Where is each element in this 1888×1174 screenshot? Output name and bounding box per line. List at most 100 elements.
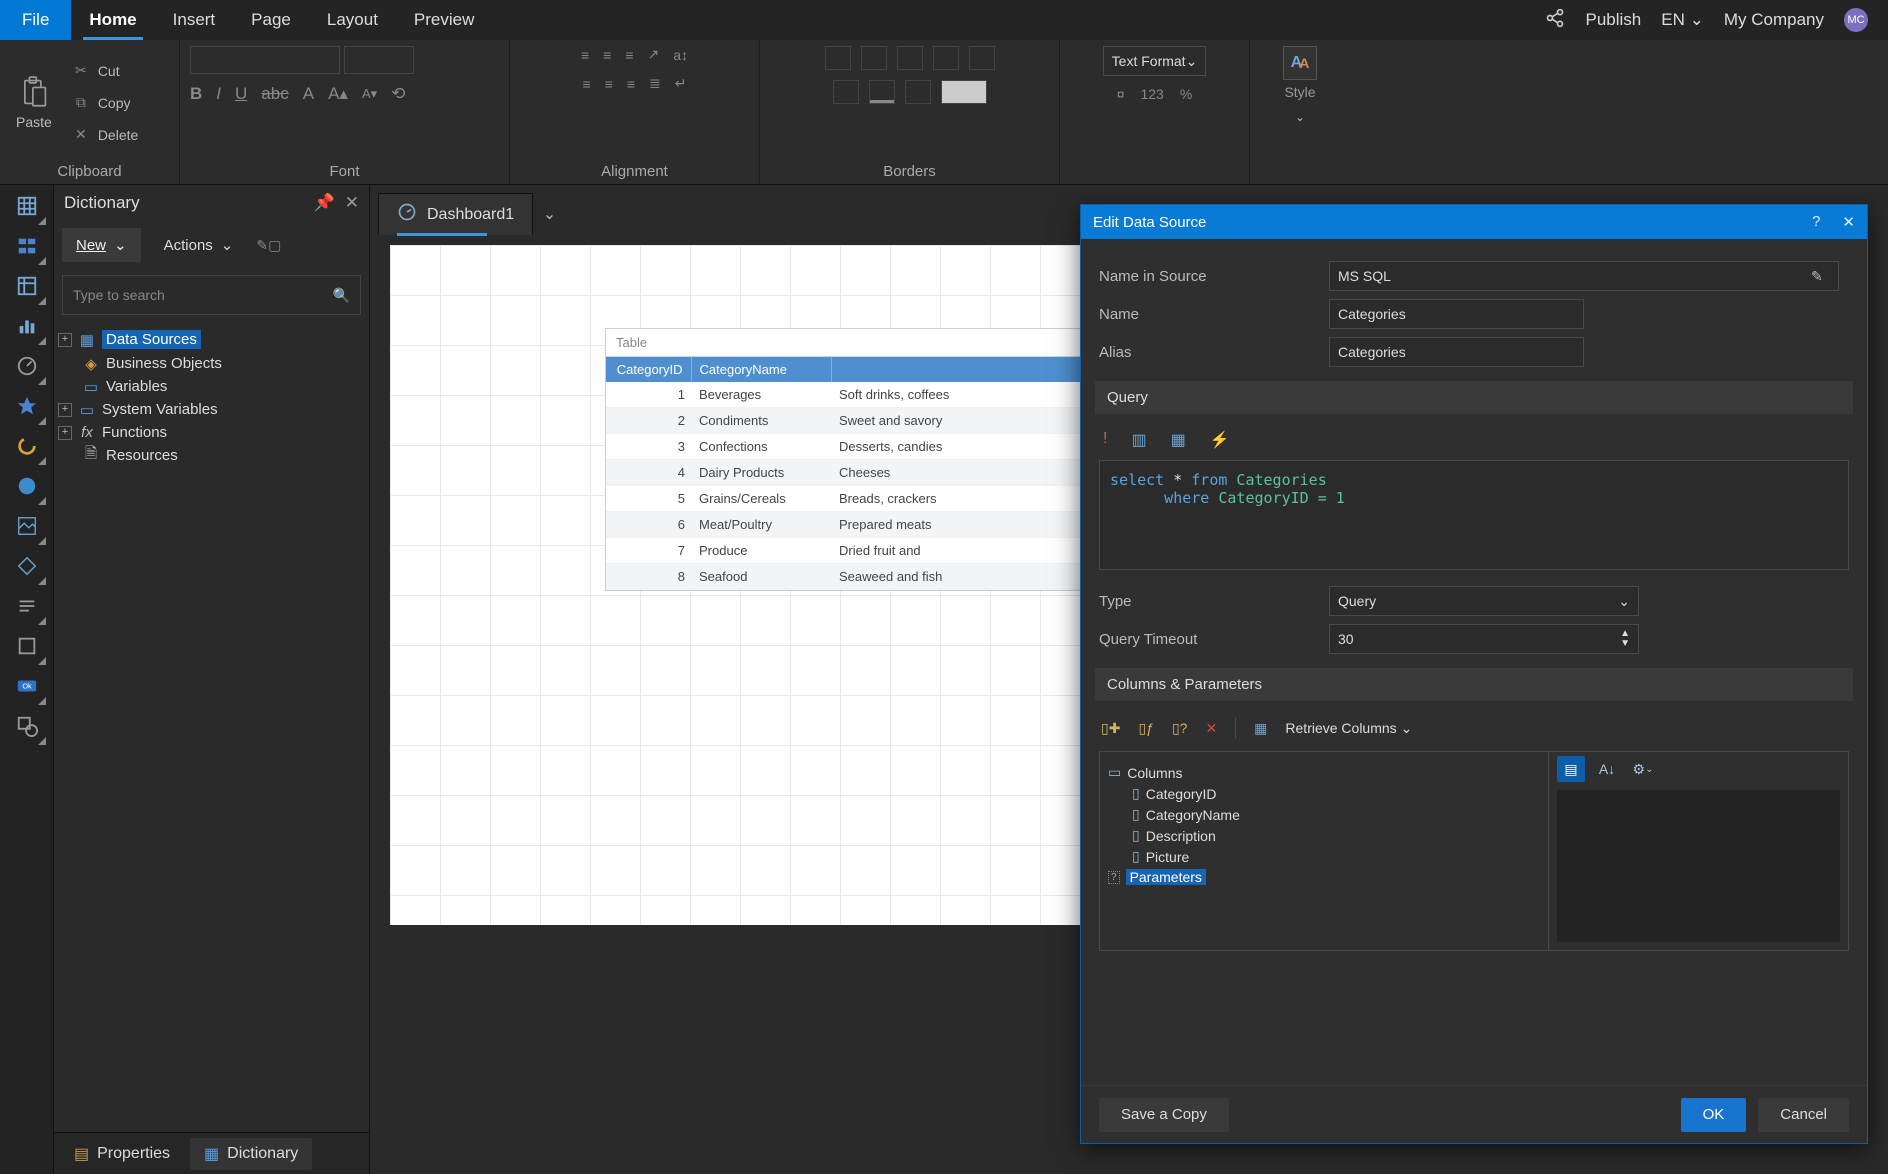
tree-system-variables[interactable]: + ▭ System Variables bbox=[58, 398, 365, 421]
percent-button[interactable]: % bbox=[1180, 86, 1192, 102]
bold-button[interactable]: B bbox=[190, 84, 202, 104]
new-param-icon[interactable]: ▯? bbox=[1172, 720, 1188, 737]
tool-indicator[interactable] bbox=[12, 391, 42, 421]
menu-preview[interactable]: Preview bbox=[396, 0, 492, 40]
align-center-button[interactable]: ≡ bbox=[605, 76, 613, 92]
tool-text[interactable] bbox=[12, 591, 42, 621]
menu-insert[interactable]: Insert bbox=[155, 0, 234, 40]
run-icon[interactable]: ⚡ bbox=[1210, 430, 1230, 450]
edit-icon[interactable]: ✎▢ bbox=[256, 237, 281, 254]
tool-onlinemap[interactable] bbox=[12, 511, 42, 541]
query-editor[interactable]: select * from Categories where CategoryI… bbox=[1099, 460, 1849, 570]
tool-button[interactable]: Ok bbox=[12, 671, 42, 701]
query-builder-icon[interactable]: ▦ bbox=[1171, 430, 1186, 450]
font-grow-button[interactable]: A▴ bbox=[328, 84, 348, 104]
tree-col-categoryname[interactable]: ▯CategoryName bbox=[1108, 804, 1540, 825]
border-none-button[interactable] bbox=[861, 46, 887, 70]
columns-tree[interactable]: ▭Columns ▯CategoryID ▯CategoryName ▯Desc… bbox=[1100, 752, 1548, 950]
new-calc-column-icon[interactable]: ▯ƒ bbox=[1138, 720, 1154, 737]
share-icon[interactable] bbox=[1545, 8, 1565, 33]
number-button[interactable]: 123 bbox=[1140, 86, 1163, 102]
underline-button[interactable]: U bbox=[235, 84, 247, 104]
tool-shape[interactable] bbox=[12, 711, 42, 741]
tool-cards[interactable] bbox=[12, 231, 42, 261]
pin-icon[interactable]: 📌 bbox=[314, 193, 335, 213]
spinner-icon[interactable]: ▲▼ bbox=[1620, 629, 1630, 649]
pencil-icon[interactable]: ✎ bbox=[1811, 268, 1823, 285]
name-field[interactable] bbox=[1329, 299, 1584, 329]
cut-button[interactable]: ✂Cut bbox=[64, 56, 144, 86]
help-icon[interactable]: ? bbox=[1812, 213, 1820, 231]
menu-file[interactable]: File bbox=[0, 0, 71, 40]
menu-layout[interactable]: Layout bbox=[309, 0, 396, 40]
warning-icon[interactable]: ! bbox=[1103, 430, 1107, 450]
gear-icon[interactable]: ⚙⌄ bbox=[1629, 756, 1657, 782]
dialog-titlebar[interactable]: Edit Data Source ? ✕ bbox=[1081, 205, 1867, 239]
property-grid[interactable] bbox=[1557, 790, 1840, 942]
expand-icon[interactable]: + bbox=[58, 403, 72, 417]
save-copy-button[interactable]: Save a Copy bbox=[1099, 1098, 1229, 1132]
tool-pivot[interactable] bbox=[12, 271, 42, 301]
font-color-button[interactable]: A bbox=[303, 84, 314, 104]
border-top-button[interactable] bbox=[933, 46, 959, 70]
expand-icon[interactable]: + bbox=[58, 426, 72, 440]
menu-company[interactable]: My Company bbox=[1724, 10, 1824, 30]
align-right-button[interactable]: ≡ bbox=[627, 76, 635, 92]
tool-chart[interactable] bbox=[12, 311, 42, 341]
style-icon[interactable]: AA bbox=[1283, 46, 1317, 80]
tool-table[interactable] bbox=[12, 191, 42, 221]
tree-col-description[interactable]: ▯Description bbox=[1108, 825, 1540, 846]
avatar[interactable]: MC bbox=[1844, 8, 1868, 32]
tab-dictionary[interactable]: ▦ Dictionary bbox=[190, 1138, 312, 1170]
sql-view-icon[interactable]: ▥ bbox=[1131, 430, 1146, 450]
menu-publish[interactable]: Publish bbox=[1585, 10, 1641, 30]
new-button[interactable]: New⌄ bbox=[62, 228, 141, 262]
doc-tab-dashboard1[interactable]: Dashboard1 ⌄ bbox=[378, 193, 533, 235]
font-shrink-button[interactable]: A▾ bbox=[362, 86, 377, 102]
menu-lang[interactable]: EN ⌄ bbox=[1661, 10, 1704, 30]
tool-image[interactable] bbox=[12, 551, 42, 581]
tool-gauge[interactable] bbox=[12, 351, 42, 381]
font-family-select[interactable] bbox=[190, 46, 340, 74]
style-expand-button[interactable]: ⌄ bbox=[1295, 104, 1305, 124]
font-size-select[interactable] bbox=[344, 46, 414, 74]
paste-button[interactable]: Paste bbox=[10, 72, 58, 134]
actions-button[interactable]: Actions⌄ bbox=[149, 227, 249, 263]
retrieve-columns-button[interactable]: Retrieve Columns ⌄ bbox=[1285, 720, 1412, 737]
align-bot-button[interactable]: ≡ bbox=[625, 47, 633, 63]
menu-home[interactable]: Home bbox=[71, 0, 154, 40]
italic-button[interactable]: I bbox=[216, 84, 221, 104]
ok-button[interactable]: OK bbox=[1681, 1098, 1747, 1132]
align-left-button[interactable]: ≡ bbox=[583, 76, 591, 92]
shade-button[interactable] bbox=[941, 80, 987, 104]
border-right-button[interactable] bbox=[969, 46, 995, 70]
chevron-down-icon[interactable]: ⌄ bbox=[543, 204, 556, 224]
text-angle-button[interactable]: ↗ bbox=[647, 46, 659, 63]
delete-button[interactable]: ✕Delete bbox=[64, 120, 144, 150]
tool-progress[interactable] bbox=[12, 431, 42, 461]
close-icon[interactable]: ✕ bbox=[1842, 213, 1855, 231]
tree-variables[interactable]: ▭ Variables bbox=[58, 375, 365, 398]
align-top-button[interactable]: ≡ bbox=[581, 47, 589, 63]
currency-button[interactable]: ¤ bbox=[1117, 86, 1125, 102]
border-left-button[interactable] bbox=[897, 46, 923, 70]
tree-col-picture[interactable]: ▯Picture bbox=[1108, 846, 1540, 867]
name-in-source-field[interactable] bbox=[1329, 261, 1839, 291]
close-icon[interactable]: ✕ bbox=[345, 193, 359, 213]
border-color-button[interactable] bbox=[905, 80, 931, 104]
expand-icon[interactable]: + bbox=[58, 333, 72, 347]
tool-panel[interactable] bbox=[12, 631, 42, 661]
tool-regionmap[interactable] bbox=[12, 471, 42, 501]
cancel-button[interactable]: Cancel bbox=[1758, 1098, 1849, 1132]
dictionary-search[interactable]: Type to search 🔍 bbox=[62, 275, 361, 315]
new-column-icon[interactable]: ▯✚ bbox=[1101, 720, 1120, 737]
delete-column-icon[interactable]: ✕ bbox=[1205, 720, 1217, 737]
align-mid-button[interactable]: ≡ bbox=[603, 47, 611, 63]
tree-data-sources[interactable]: + ▦ Data Sources bbox=[58, 327, 365, 352]
border-all-button[interactable] bbox=[825, 46, 851, 70]
wrap-button[interactable]: ↵ bbox=[675, 75, 687, 92]
alias-field[interactable] bbox=[1329, 337, 1584, 367]
line-spacing-button[interactable]: a↕ bbox=[673, 47, 688, 63]
tree-business-objects[interactable]: ◈ Business Objects bbox=[58, 352, 365, 375]
clear-format-button[interactable]: ⟲ bbox=[391, 84, 405, 104]
